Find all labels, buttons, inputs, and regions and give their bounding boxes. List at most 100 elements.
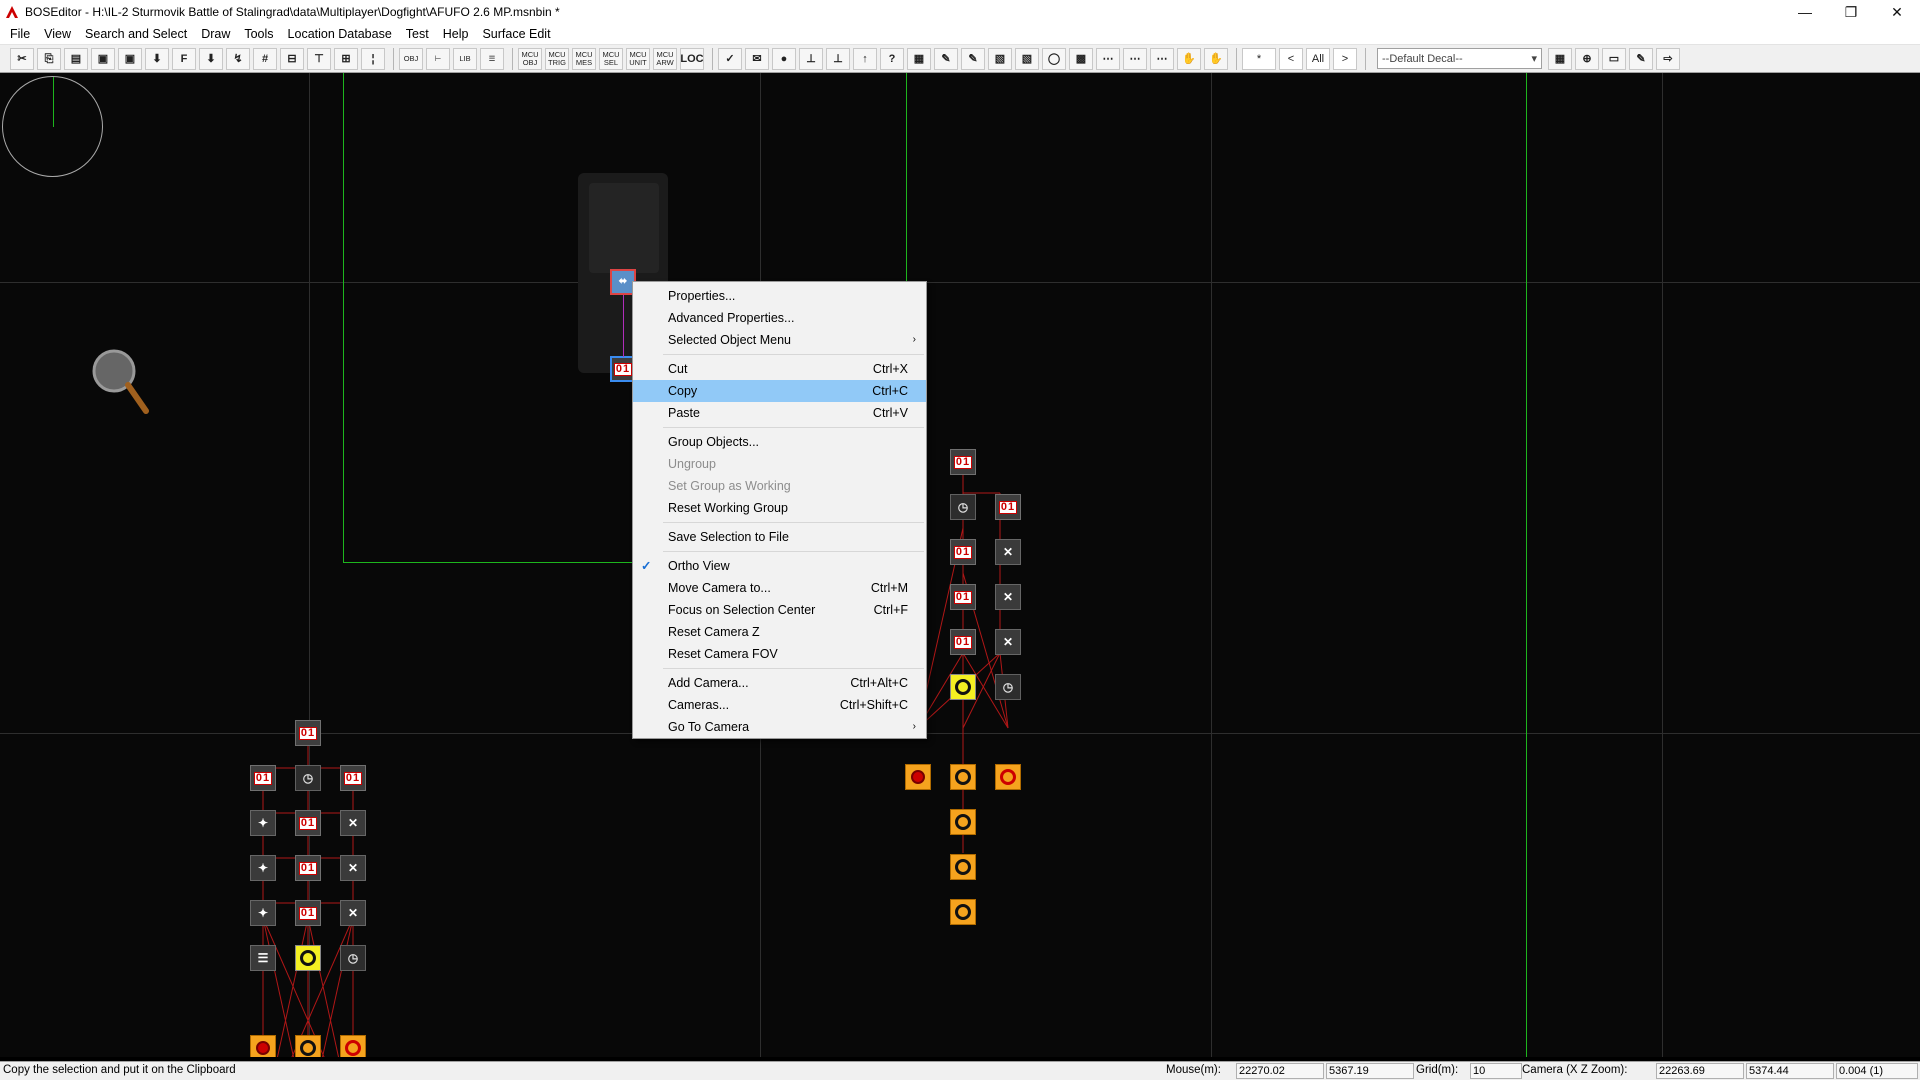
- location-button[interactable]: LOC: [680, 47, 704, 70]
- toolbar-button[interactable]: ⊥: [826, 47, 850, 70]
- toolbar-button[interactable]: ✎: [961, 47, 985, 70]
- toolbar-button[interactable]: MCU SEL: [599, 47, 623, 70]
- toolbar-button[interactable]: ✓: [718, 47, 742, 70]
- toolbar-button[interactable]: OBJ: [399, 47, 423, 70]
- toolbar-button[interactable]: ▦: [1548, 47, 1572, 70]
- toolbar-button[interactable]: ✎: [934, 47, 958, 70]
- toolbar-button[interactable]: ▭: [1602, 47, 1626, 70]
- activate-node[interactable]: [950, 854, 976, 880]
- filter-next-button[interactable]: >: [1333, 47, 1357, 70]
- plane-node[interactable]: ✦: [250, 810, 276, 836]
- toolbar-button[interactable]: ⋯: [1096, 47, 1120, 70]
- plane-node[interactable]: ✦: [250, 855, 276, 881]
- activate-node[interactable]: [995, 764, 1021, 790]
- toolbar-button[interactable]: ⋯: [1150, 47, 1174, 70]
- activate-node[interactable]: [250, 1035, 276, 1057]
- timer-node[interactable]: ◷: [995, 674, 1021, 700]
- ctx-item-selected-object-menu[interactable]: Selected Object Menu ›: [633, 329, 926, 351]
- ctx-item-copy[interactable]: Copy Ctrl+C: [633, 380, 926, 402]
- message-node[interactable]: ☰: [250, 945, 276, 971]
- ctx-item-go-to-camera[interactable]: Go To Camera ›: [633, 716, 926, 738]
- toolbar-button[interactable]: ⊤: [307, 47, 331, 70]
- toolbar-button[interactable]: #: [253, 47, 277, 70]
- toolbar-button[interactable]: MCU TRIG: [545, 47, 569, 70]
- ctx-item-move-camera-to[interactable]: Move Camera to... Ctrl+M: [633, 577, 926, 599]
- toolbar-button[interactable]: ⊥: [799, 47, 823, 70]
- deactivate-node[interactable]: ✕: [995, 629, 1021, 655]
- toolbar-button[interactable]: MCU OBJ: [518, 47, 542, 70]
- timer-node[interactable]: ◷: [295, 765, 321, 791]
- toolbar-button[interactable]: ▣: [118, 47, 142, 70]
- toolbar-button[interactable]: ◯: [1042, 47, 1066, 70]
- counter-node[interactable]: 01: [295, 810, 321, 836]
- toolbar-button[interactable]: ↑: [853, 47, 877, 70]
- toolbar-button[interactable]: ⬇: [199, 47, 223, 70]
- toolbar-button[interactable]: ?: [880, 47, 904, 70]
- toolbar-button[interactable]: ✋: [1204, 47, 1228, 70]
- deactivate-node[interactable]: ✕: [995, 584, 1021, 610]
- toolbar-button[interactable]: MCU UNIT: [626, 47, 650, 70]
- toolbar-button[interactable]: ▦: [907, 47, 931, 70]
- counter-node[interactable]: 01: [340, 765, 366, 791]
- deactivate-node[interactable]: ✕: [995, 539, 1021, 565]
- toolbar-button[interactable]: ✎: [1629, 47, 1653, 70]
- toolbar-button[interactable]: ✋: [1177, 47, 1201, 70]
- activate-node[interactable]: [340, 1035, 366, 1057]
- toolbar-button[interactable]: ⋯: [1123, 47, 1147, 70]
- toolbar-button[interactable]: ▣: [91, 47, 115, 70]
- ctx-item-reset-working-group[interactable]: Reset Working Group: [633, 497, 926, 519]
- toolbar-button[interactable]: ▧: [988, 47, 1012, 70]
- toolbar-button[interactable]: ¦: [361, 47, 385, 70]
- counter-node[interactable]: 01: [950, 629, 976, 655]
- toolbar-button[interactable]: ⊞: [334, 47, 358, 70]
- toolbar-button[interactable]: ⎘: [37, 47, 61, 70]
- counter-node[interactable]: 01: [295, 720, 321, 746]
- counter-node[interactable]: 01: [950, 539, 976, 565]
- counter-node[interactable]: 01: [250, 765, 276, 791]
- menu-draw[interactable]: Draw: [194, 24, 237, 44]
- filter-all-button[interactable]: All: [1306, 47, 1330, 70]
- ctx-item-paste[interactable]: Paste Ctrl+V: [633, 402, 926, 424]
- activate-node[interactable]: [950, 899, 976, 925]
- menu-help[interactable]: Help: [436, 24, 476, 44]
- toolbar-button[interactable]: ↯: [226, 47, 250, 70]
- toolbar-button[interactable]: ▧: [1015, 47, 1039, 70]
- toolbar-button[interactable]: ✉: [745, 47, 769, 70]
- menu-view[interactable]: View: [37, 24, 78, 44]
- map-viewport[interactable]: ⬌ 01 01 ◷ 01 01 ✕ 01 ✕ 01 ✕ ◷ 01 01 ◷ 01…: [0, 73, 1920, 1057]
- ctx-item-add-camera[interactable]: Add Camera... Ctrl+Alt+C: [633, 672, 926, 694]
- ctx-item-cut[interactable]: Cut Ctrl+X: [633, 358, 926, 380]
- ctx-item-reset-camera-fov[interactable]: Reset Camera FOV: [633, 643, 926, 665]
- deactivate-node[interactable]: ✕: [340, 900, 366, 926]
- ctx-item-advanced-properties[interactable]: Advanced Properties...: [633, 307, 926, 329]
- trigger-node[interactable]: [295, 945, 321, 971]
- deactivate-node[interactable]: ✕: [340, 855, 366, 881]
- toolbar-button[interactable]: MCU ARW: [653, 47, 677, 70]
- toolbar-button[interactable]: MCU MES: [572, 47, 596, 70]
- toolbar-button[interactable]: ▤: [64, 47, 88, 70]
- ctx-item-focus-on-selection-center[interactable]: Focus on Selection Center Ctrl+F: [633, 599, 926, 621]
- toolbar-button[interactable]: ⊟: [280, 47, 304, 70]
- activate-node[interactable]: [950, 809, 976, 835]
- counter-node[interactable]: 01: [995, 494, 1021, 520]
- counter-node[interactable]: 01: [295, 855, 321, 881]
- menu-location-database[interactable]: Location Database: [281, 24, 399, 44]
- toolbar-button[interactable]: F: [172, 47, 196, 70]
- filter-text-input[interactable]: *: [1242, 47, 1276, 70]
- ctx-item-ortho-view[interactable]: ✓ Ortho View: [633, 555, 926, 577]
- plane-node[interactable]: ✦: [250, 900, 276, 926]
- close-button[interactable]: ✕: [1874, 0, 1920, 24]
- toolbar-button[interactable]: ⇨: [1656, 47, 1680, 70]
- timer-node[interactable]: ◷: [950, 494, 976, 520]
- ctx-item-cameras[interactable]: Cameras... Ctrl+Shift+C: [633, 694, 926, 716]
- activate-node[interactable]: [295, 1035, 321, 1057]
- grid-field[interactable]: 10: [1470, 1063, 1522, 1079]
- toolbar-button[interactable]: ⊕: [1575, 47, 1599, 70]
- ctx-item-group-objects[interactable]: Group Objects...: [633, 431, 926, 453]
- counter-node[interactable]: 01: [295, 900, 321, 926]
- toolbar-button[interactable]: ☰: [480, 47, 504, 70]
- timer-node[interactable]: ◷: [340, 945, 366, 971]
- toolbar-button[interactable]: ●: [772, 47, 796, 70]
- counter-node[interactable]: 01: [950, 584, 976, 610]
- trigger-node[interactable]: [950, 674, 976, 700]
